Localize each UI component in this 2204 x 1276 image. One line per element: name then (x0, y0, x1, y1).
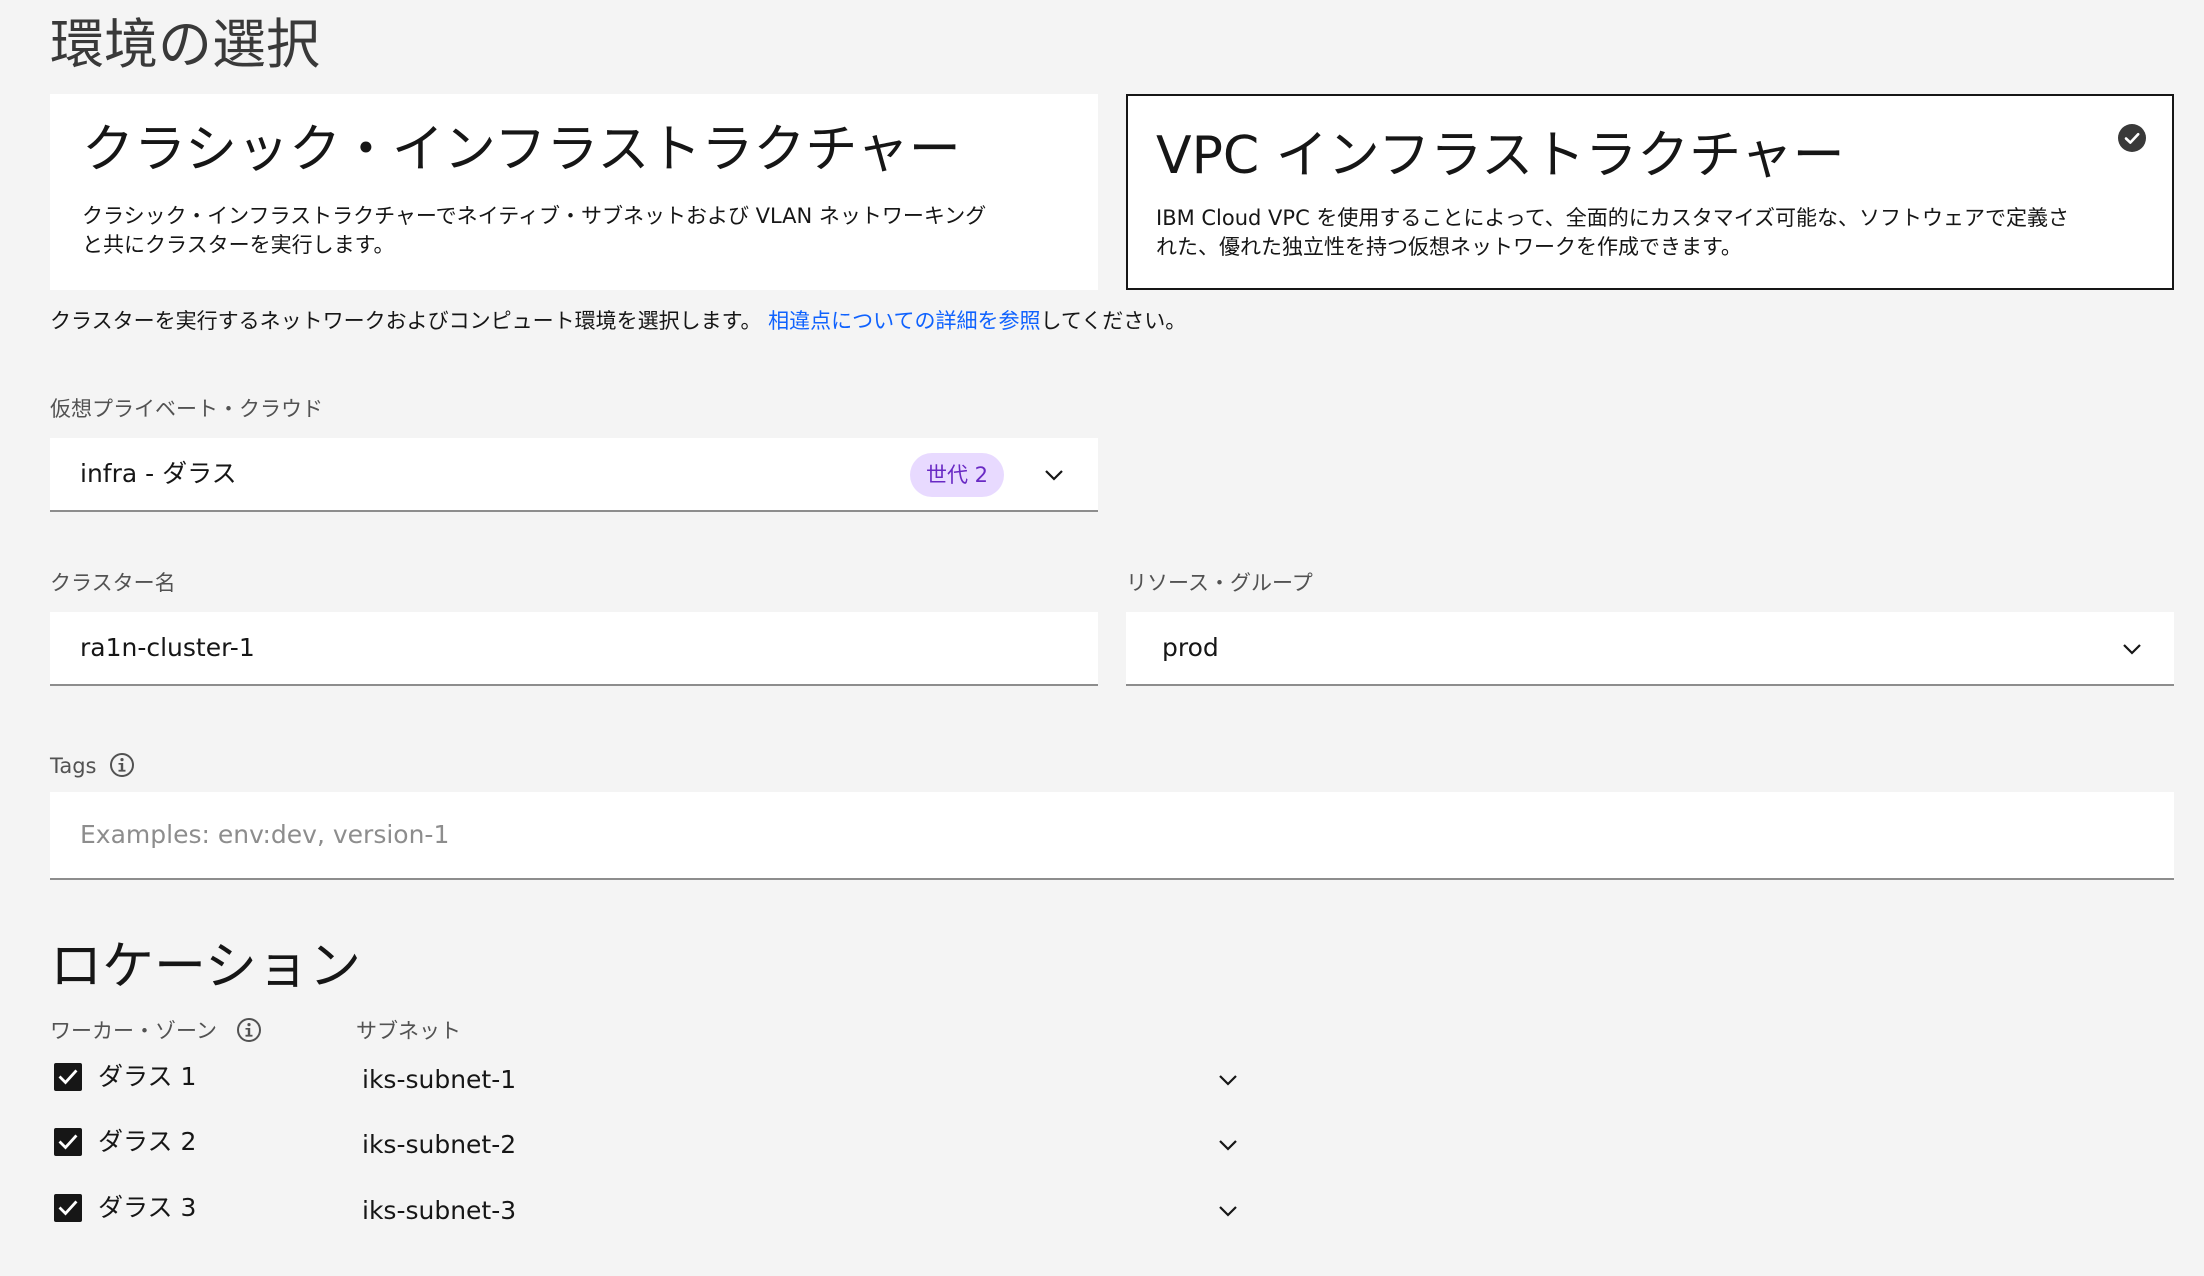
subnet-dropdown-2[interactable]: iks-subnet-2 (362, 1128, 516, 1162)
environment-helper-text: クラスターを実行するネットワークおよびコンピュート環境を選択します。 相違点につ… (50, 304, 1186, 338)
helper-text: クラスターを実行するネットワークおよびコンピュート環境を選択します。 (50, 309, 769, 333)
chevron-down-icon (1045, 470, 1063, 481)
subnet-dropdown-1[interactable]: iks-subnet-1 (362, 1063, 516, 1097)
tags-label: Tags (50, 754, 97, 778)
subnet-header: サブネット (356, 1019, 461, 1043)
location-title: ロケーション (50, 937, 361, 997)
chevron-down-icon[interactable] (1216, 1068, 1240, 1092)
tags-placeholder: Examples: env:dev, version-1 (80, 820, 450, 849)
cluster-name-input[interactable]: ra1n-cluster-1 (50, 612, 1098, 686)
page-title: 環境の選択 (50, 13, 320, 76)
cluster-name-value: ra1n-cluster-1 (80, 633, 255, 662)
tile-classic-description: クラシック・インフラストラクチャーでネイティブ・サブネットおよび VLAN ネッ… (82, 204, 987, 257)
helper-suffix: してください。 (1040, 309, 1187, 333)
zone-label-2: ダラス 2 (98, 1127, 197, 1156)
worker-zone-label: ワーカー・ゾーン (50, 1019, 217, 1043)
chevron-down-icon[interactable] (1216, 1133, 1240, 1157)
zone-checkbox-3[interactable] (54, 1194, 82, 1222)
tags-input[interactable]: Examples: env:dev, version-1 (50, 792, 2174, 880)
resource-group-value: prod (1162, 633, 1219, 662)
vpc-dropdown-value: infra - ダラス (80, 459, 237, 488)
chevron-down-icon (2123, 644, 2141, 655)
zone-label-1: ダラス 1 (98, 1062, 197, 1091)
learn-differences-link[interactable]: 相違点についての詳細を参照 (768, 309, 1040, 333)
chevron-down-icon[interactable] (1216, 1199, 1240, 1223)
tile-vpc-description: IBM Cloud VPC を使用することによって、全面的にカスタマイズ可能な、… (1156, 206, 2070, 259)
subnet-dropdown-3[interactable]: iks-subnet-3 (362, 1194, 516, 1228)
tile-classic-title: クラシック・インフラストラクチャー (82, 120, 961, 180)
zone-label-3: ダラス 3 (98, 1193, 197, 1222)
information-icon[interactable] (236, 1017, 262, 1043)
resource-group-label: リソース・グループ (1126, 571, 1313, 595)
generation-badge: 世代 2 (909, 453, 1004, 497)
tile-classic-infrastructure[interactable]: クラシック・インフラストラクチャー クラシック・インフラストラクチャーでネイティ… (50, 94, 1098, 290)
checkmark-filled-icon (2118, 124, 2146, 152)
tags-label-row: Tags (50, 751, 135, 781)
zone-checkbox-2[interactable] (54, 1128, 82, 1156)
tile-vpc-title: VPC インフラストラクチャー (1156, 126, 1845, 186)
cluster-name-label: クラスター名 (50, 571, 176, 595)
tile-vpc-infrastructure[interactable]: VPC インフラストラクチャー IBM Cloud VPC を使用することによっ… (1126, 94, 2174, 290)
zone-checkbox-1[interactable] (54, 1063, 82, 1091)
resource-group-dropdown[interactable]: prod (1126, 612, 2174, 686)
vpc-label: 仮想プライベート・クラウド (50, 397, 323, 421)
vpc-dropdown[interactable]: infra - ダラス 世代 2 (50, 438, 1098, 512)
worker-zone-header: ワーカー・ゾーン (50, 1016, 262, 1046)
information-icon[interactable] (109, 752, 135, 778)
